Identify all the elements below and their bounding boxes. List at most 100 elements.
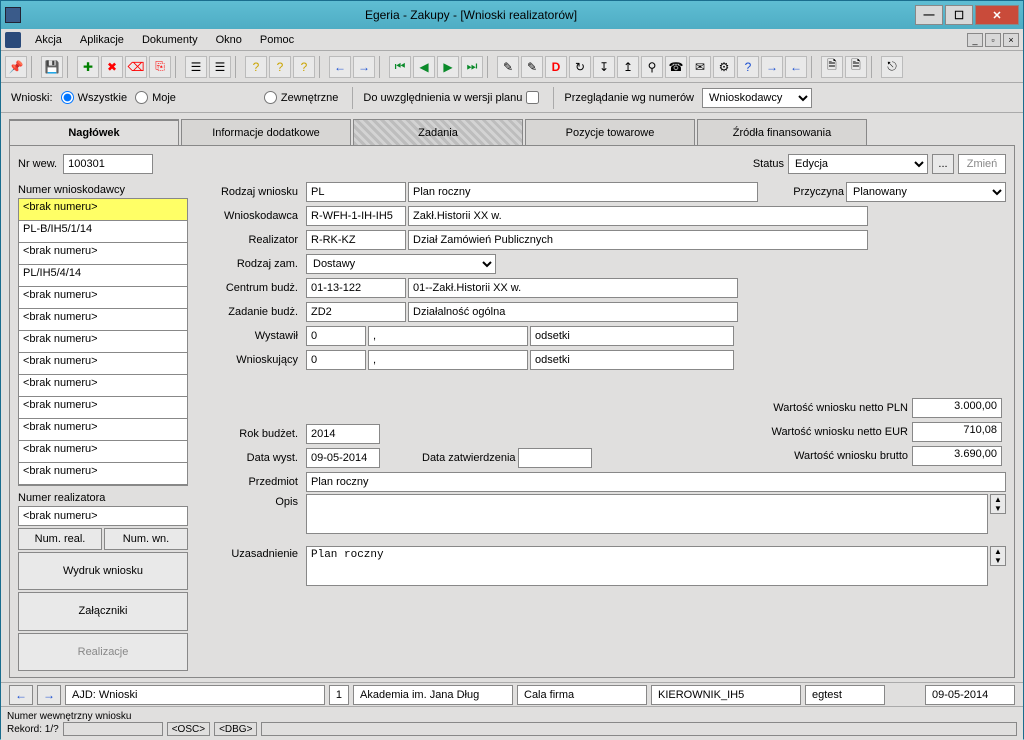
przegl-select[interactable]: Wnioskodawcy [702, 88, 812, 108]
sort-asc-icon[interactable]: ↧ [593, 56, 615, 78]
menu-akcja[interactable]: Akcja [27, 32, 70, 48]
nav-prev[interactable]: ← [9, 685, 33, 705]
tab-zrodla[interactable]: Źródła finansowania [697, 119, 867, 145]
radio-wszystkie[interactable]: Wszystkie [61, 91, 128, 104]
list-item[interactable]: <brak numeru> [19, 309, 187, 331]
menu-pomoc[interactable]: Pomoc [252, 32, 302, 48]
rodzaj-code[interactable] [306, 182, 406, 202]
list-item[interactable]: <brak numeru> [19, 287, 187, 309]
add-icon[interactable]: ✚ [77, 56, 99, 78]
numreal-input[interactable] [18, 506, 188, 526]
num-wn-button[interactable]: Num. wn. [104, 528, 188, 550]
fwd-icon[interactable]: ▶ [437, 56, 459, 78]
status-select[interactable]: Edycja [788, 154, 928, 174]
przedmiot-input[interactable] [306, 472, 1006, 492]
zadanie-code[interactable] [306, 302, 406, 322]
delete-icon[interactable]: ✖ [101, 56, 123, 78]
wystawil-c[interactable] [530, 326, 734, 346]
uzas-textarea[interactable] [306, 546, 988, 586]
wnioskodawcy-list[interactable]: <brak numeru>PL-B/IH5/1/14<brak numeru>P… [18, 198, 188, 486]
list-item[interactable]: <brak numeru> [19, 463, 187, 485]
first-icon[interactable]: ⏮ [389, 56, 411, 78]
chain-icon[interactable]: ⚙ [713, 56, 735, 78]
back-icon[interactable]: ◀ [413, 56, 435, 78]
wydruk-button[interactable]: Wydruk wniosku [18, 552, 188, 590]
radio-zewnetrzne[interactable]: Zewnętrzne [264, 91, 338, 104]
refresh-icon[interactable]: ↻ [569, 56, 591, 78]
last-icon[interactable]: ⏭ [461, 56, 483, 78]
datawyst-input[interactable] [306, 448, 380, 468]
wniosk-code[interactable] [306, 206, 406, 226]
rodzaj-text[interactable] [408, 182, 758, 202]
close-button[interactable]: ✕ [975, 5, 1019, 25]
realiz-text[interactable] [408, 230, 868, 250]
clear-icon[interactable]: ⌫ [125, 56, 147, 78]
link-icon[interactable]: ⚲ [641, 56, 663, 78]
tree2-icon[interactable]: ☰ [209, 56, 231, 78]
nrwew-input[interactable] [63, 154, 153, 174]
mail-icon[interactable]: ✉ [689, 56, 711, 78]
rodzajzam-select[interactable]: Dostawy [306, 254, 496, 274]
centrum-code[interactable] [306, 278, 406, 298]
mdi-restore-button[interactable]: ▫ [985, 33, 1001, 47]
centrum-text[interactable] [408, 278, 738, 298]
minimize-button[interactable]: — [915, 5, 943, 25]
filter2-icon[interactable]: ? [269, 56, 291, 78]
list-item[interactable]: <brak numeru> [19, 375, 187, 397]
list-item[interactable]: <brak numeru> [19, 397, 187, 419]
tab-zadania[interactable]: Zadania [353, 119, 523, 145]
list-item[interactable]: PL-B/IH5/1/14 [19, 221, 187, 243]
filter3-icon[interactable]: ? [293, 56, 315, 78]
list-item[interactable]: <brak numeru> [19, 441, 187, 463]
mdi-minimize-button[interactable]: _ [967, 33, 983, 47]
back2-icon[interactable]: ← [785, 56, 807, 78]
go-icon[interactable]: → [761, 56, 783, 78]
list-item[interactable]: PL/IH5/4/14 [19, 265, 187, 287]
przyczyna-select[interactable]: Planowany [846, 182, 1006, 202]
filter-icon[interactable]: ? [245, 56, 267, 78]
tab-naglowek[interactable]: Nagłówek [9, 119, 179, 145]
radio-moje[interactable]: Moje [135, 91, 176, 104]
help-icon[interactable]: ? [737, 56, 759, 78]
opis-scroll[interactable]: ▲▼ [990, 494, 1006, 514]
sort-desc-icon[interactable]: ↥ [617, 56, 639, 78]
wystawil-a[interactable] [306, 326, 366, 346]
save-icon[interactable]: 💾 [41, 56, 63, 78]
wnioskujacy-b[interactable] [368, 350, 528, 370]
phone-icon[interactable]: ☎ [665, 56, 687, 78]
zadanie-text[interactable] [408, 302, 738, 322]
pin-icon[interactable]: 📌 [5, 56, 27, 78]
wnioskujacy-a[interactable] [306, 350, 366, 370]
list-item[interactable]: <brak numeru> [19, 243, 187, 265]
status-pick-button[interactable]: ... [932, 154, 954, 174]
mdi-close-button[interactable]: × [1003, 33, 1019, 47]
zalaczniki-button[interactable]: Załączniki [18, 592, 188, 630]
num-real-button[interactable]: Num. real. [18, 528, 102, 550]
copy-icon[interactable]: ⎘ [149, 56, 171, 78]
menu-dokumenty[interactable]: Dokumenty [134, 32, 206, 48]
menu-aplikacje[interactable]: Aplikacje [72, 32, 132, 48]
menu-okno[interactable]: Okno [208, 32, 250, 48]
wnioskujacy-c[interactable] [530, 350, 734, 370]
wystawil-b[interactable] [368, 326, 528, 346]
doc2-icon[interactable]: 🗎 [845, 56, 867, 78]
wniosk-text[interactable] [408, 206, 868, 226]
nav-next[interactable]: → [37, 685, 61, 705]
d-icon[interactable]: D [545, 56, 567, 78]
rok-input[interactable] [306, 424, 380, 444]
list-item[interactable]: <brak numeru> [19, 353, 187, 375]
list-item[interactable]: <brak numeru> [19, 419, 187, 441]
prev-icon[interactable]: ← [329, 56, 351, 78]
list-item[interactable]: <brak numeru> [19, 331, 187, 353]
edit1-icon[interactable]: ✎ [497, 56, 519, 78]
doc1-icon[interactable]: 🗎 [821, 56, 843, 78]
tab-pozycje[interactable]: Pozycje towarowe [525, 119, 695, 145]
maximize-button[interactable]: ☐ [945, 5, 973, 25]
edit2-icon[interactable]: ✎ [521, 56, 543, 78]
next-icon[interactable]: → [353, 56, 375, 78]
list-item[interactable]: <brak numeru> [19, 199, 187, 221]
tree1-icon[interactable]: ☰ [185, 56, 207, 78]
datazatw-input[interactable] [518, 448, 592, 468]
tab-info[interactable]: Informacje dodatkowe [181, 119, 351, 145]
opis-textarea[interactable] [306, 494, 988, 534]
